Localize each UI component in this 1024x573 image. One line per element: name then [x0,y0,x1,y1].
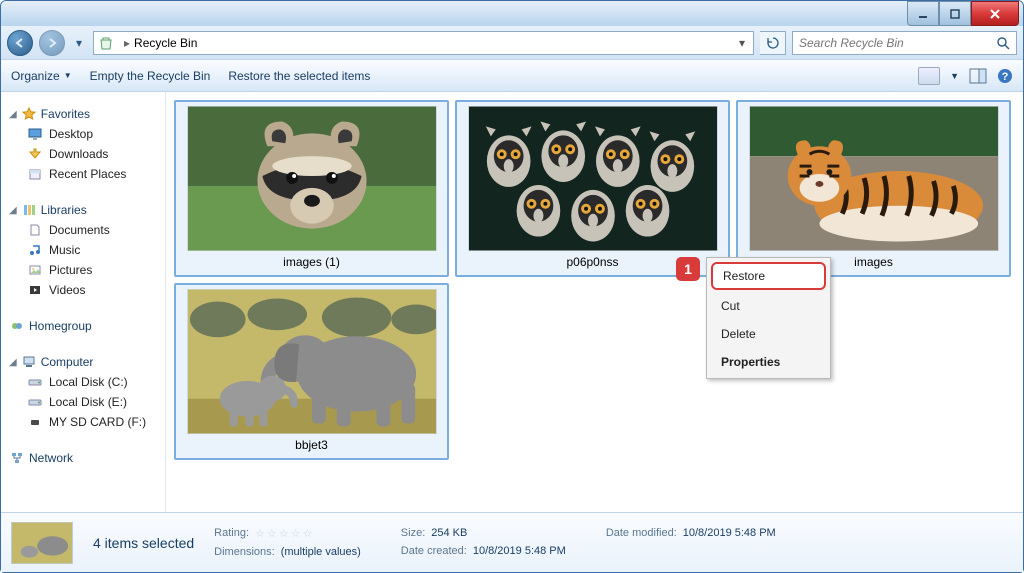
context-menu-properties[interactable]: Properties [709,348,828,376]
details-preview [11,522,73,564]
documents-icon [27,222,43,238]
date-modified-label: Date modified: [606,527,677,539]
sidebar-item-downloads[interactable]: Downloads [5,144,161,164]
empty-recycle-bin-button[interactable]: Empty the Recycle Bin [90,69,211,83]
thumbnail [187,106,437,251]
computer-icon [21,354,37,370]
desktop-icon [27,126,43,142]
refresh-button[interactable] [760,31,786,55]
items-view[interactable]: images (1) p06p0nss [166,92,1023,512]
view-dropdown[interactable]: ▼ [950,71,959,81]
context-menu-restore[interactable]: Restore [711,262,826,290]
breadcrumb-current[interactable]: Recycle Bin [134,36,197,50]
window-titlebar [1,1,1023,26]
thumbnail [749,106,999,251]
file-name: images [854,251,893,271]
sidebar-item-pictures[interactable]: Pictures [5,260,161,280]
sidebar-group-label: Libraries [41,203,87,217]
sdcard-icon [27,414,43,430]
file-name: bbjet3 [295,434,328,454]
sidebar-item-music[interactable]: Music [5,240,161,260]
recycle-bin-icon [98,35,114,51]
recent-places-icon [27,166,43,182]
sidebar-item-recent[interactable]: Recent Places [5,164,161,184]
help-button[interactable]: ? [997,68,1013,84]
restore-selected-button[interactable]: Restore the selected items [228,69,370,83]
thumbnail [187,289,437,434]
close-button[interactable] [971,1,1019,26]
view-options-button[interactable] [918,67,940,85]
sidebar-group-label: Computer [41,355,94,369]
selection-summary: 4 items selected [93,535,194,551]
homegroup-icon [9,318,25,334]
sidebar-group-computer[interactable]: ◢ Computer [5,352,161,372]
search-icon [996,36,1010,50]
preview-pane-button[interactable] [969,68,987,84]
breadcrumb-chevron-icon[interactable]: ▸ [120,36,134,50]
dimensions-value: (multiple values) [281,546,361,558]
file-item[interactable]: bbjet3 [174,283,449,460]
maximize-button[interactable] [939,1,971,26]
sidebar-item-drive-e[interactable]: Local Disk (E:) [5,392,161,412]
explorer-window: ▾ ▸ Recycle Bin ▾ Organize▼ Empty the Re… [0,0,1024,573]
minimize-button[interactable] [907,1,939,26]
sidebar-group-label: Favorites [41,107,90,121]
sidebar-item-desktop[interactable]: Desktop [5,124,161,144]
address-bar[interactable]: ▸ Recycle Bin ▾ [93,31,754,55]
back-button[interactable] [7,30,33,56]
sidebar-group-label: Homegroup [29,319,92,333]
file-name: images (1) [283,251,340,271]
sidebar-item-drive-c[interactable]: Local Disk (C:) [5,372,161,392]
address-dropdown[interactable]: ▾ [735,36,749,50]
file-name: p06p0nss [566,251,618,271]
nav-history-dropdown[interactable]: ▾ [71,36,87,50]
explorer-body: ◢ Favorites Desktop Downloads Recent Pla… [1,92,1023,512]
sidebar-group-favorites[interactable]: ◢ Favorites [5,104,161,124]
context-menu-cut[interactable]: Cut [709,292,828,320]
sidebar-item-drive-f[interactable]: MY SD CARD (F:) [5,412,161,432]
music-icon [27,242,43,258]
window-controls [907,1,1023,26]
search-input[interactable] [799,36,996,50]
navigation-pane: ◢ Favorites Desktop Downloads Recent Pla… [1,92,166,512]
rating-label: Rating: [214,527,249,540]
videos-icon [27,282,43,298]
file-item[interactable]: p06p0nss [455,100,730,277]
date-created-label: Date created: [401,545,467,557]
context-menu: Restore Cut Delete Properties [706,257,831,379]
file-item[interactable]: images (1) [174,100,449,277]
size-label: Size: [401,527,425,539]
libraries-icon [21,202,37,218]
navigation-bar: ▾ ▸ Recycle Bin ▾ [1,26,1023,60]
star-icon [21,106,37,122]
command-bar: Organize▼ Empty the Recycle Bin Restore … [1,60,1023,92]
network-icon [9,450,25,466]
forward-button[interactable] [39,30,65,56]
callout-badge: 1 [676,257,700,281]
sidebar-item-homegroup[interactable]: Homegroup [5,316,161,336]
context-menu-delete[interactable]: Delete [709,320,828,348]
sidebar-group-libraries[interactable]: ◢ Libraries [5,200,161,220]
sidebar-item-videos[interactable]: Videos [5,280,161,300]
details-pane: 4 items selected Rating: ☆☆☆☆☆ Dimensions… [1,512,1023,572]
rating-stars[interactable]: ☆☆☆☆☆ [255,527,314,540]
sidebar-item-network[interactable]: Network [5,448,161,468]
organize-menu[interactable]: Organize▼ [11,69,72,83]
svg-text:?: ? [1002,71,1009,83]
date-created-value: 10/8/2019 5:48 PM [473,545,566,557]
size-value: 254 KB [431,527,467,539]
sidebar-group-label: Network [29,451,73,465]
drive-icon [27,374,43,390]
dimensions-label: Dimensions: [214,546,275,558]
file-item[interactable]: images [736,100,1011,277]
search-box[interactable] [792,31,1017,55]
downloads-icon [27,146,43,162]
drive-icon [27,394,43,410]
date-modified-value: 10/8/2019 5:48 PM [683,527,776,539]
thumbnail [468,106,718,251]
sidebar-item-documents[interactable]: Documents [5,220,161,240]
pictures-icon [27,262,43,278]
